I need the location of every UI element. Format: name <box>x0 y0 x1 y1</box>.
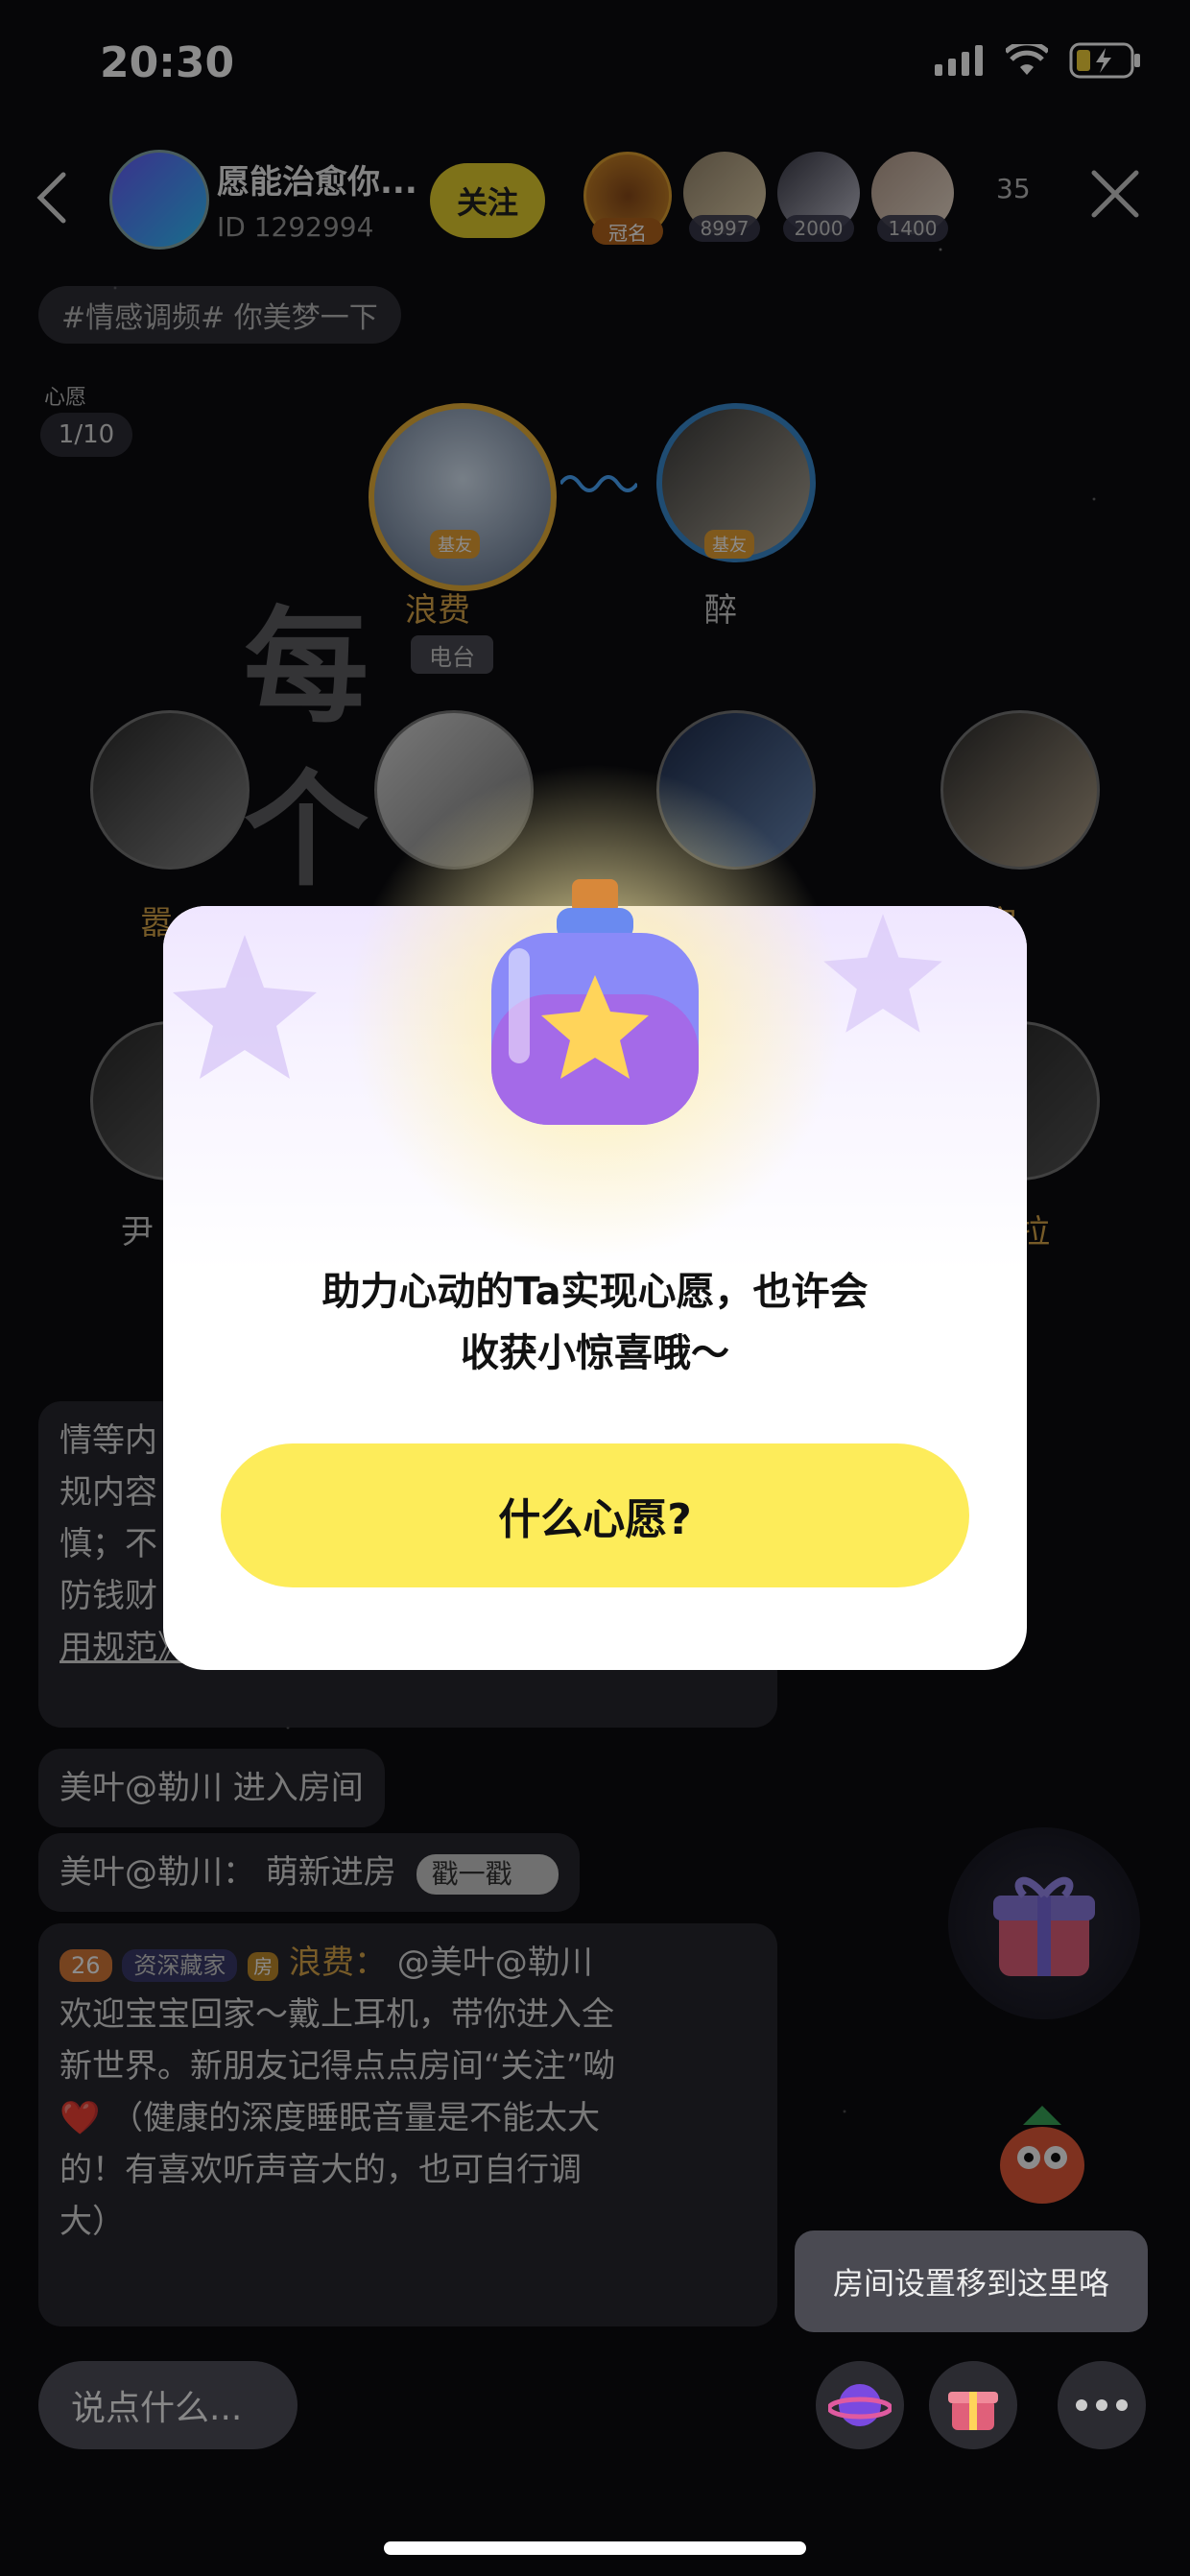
modal-message-line: 收获小惊喜哦～ <box>461 1331 729 1375</box>
planet-icon <box>828 2384 892 2426</box>
wish-modal: 助力心动的Ta实现心愿，也许会 收获小惊喜哦～ 什么心愿? <box>163 762 1027 1670</box>
more-button[interactable] <box>1058 2361 1146 2449</box>
chat-input[interactable]: 说点什么... <box>38 2361 298 2449</box>
more-dots-icon <box>1076 2399 1128 2411</box>
modal-message: 助力心动的Ta实现心愿，也许会 收获小惊喜哦～ <box>163 1261 1027 1384</box>
wish-bottle-icon <box>491 879 699 1125</box>
gift-icon <box>948 2392 998 2430</box>
home-indicator[interactable] <box>384 2541 806 2555</box>
gift-button[interactable] <box>929 2361 1017 2449</box>
settings-moved-tooltip: 房间设置移到这里咯 <box>795 2230 1148 2332</box>
what-wish-button[interactable]: 什么心愿? <box>221 1443 969 1587</box>
modal-message-line: 助力心动的Ta实现心愿，也许会 <box>321 1270 869 1314</box>
planet-button[interactable] <box>816 2361 904 2449</box>
star-decoration-icon <box>173 935 317 1079</box>
